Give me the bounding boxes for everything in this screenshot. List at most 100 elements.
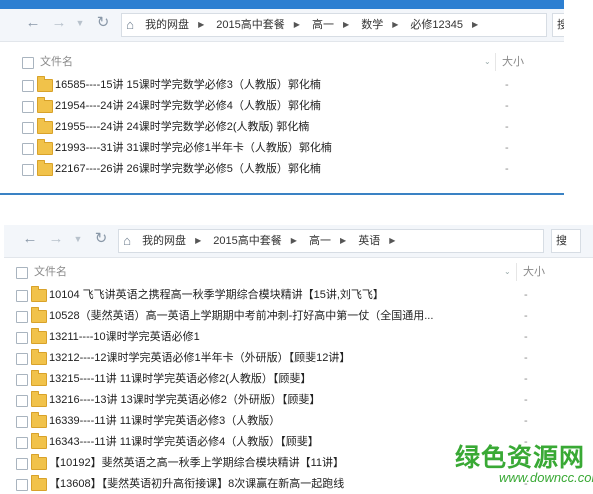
row-checkbox[interactable] (16, 332, 28, 344)
folder-name[interactable]: 13212----12课时学完英语必修1半年卡（外研版）【顾斐12讲】 (49, 348, 350, 369)
row-checkbox[interactable] (16, 458, 28, 470)
column-name[interactable]: 文件名 (34, 262, 67, 282)
row-checkbox[interactable] (16, 311, 28, 323)
folder-name[interactable]: 13211----10课时学完英语必修1 (49, 327, 200, 348)
chevron-right-icon[interactable]: ▶ (193, 14, 209, 36)
folder-size: - (524, 331, 528, 343)
folder-icon (31, 433, 47, 449)
home-icon[interactable]: ⌂ (119, 230, 135, 252)
folder-name[interactable]: 13216----13讲 13课时学完英语必修2（外研版）【顾斐】 (49, 390, 320, 411)
row-checkbox[interactable] (16, 290, 28, 302)
folder-row[interactable]: 16339----11讲 11课时学完英语必修3（人教版） - (4, 411, 593, 432)
folder-icon (37, 160, 53, 176)
breadcrumb-item[interactable]: 英语 (354, 230, 384, 252)
chevron-right-icon[interactable]: ▶ (387, 14, 403, 36)
select-all-checkbox[interactable] (16, 267, 28, 279)
folder-icon (31, 370, 47, 386)
folder-row[interactable]: 22167----26讲 26课时学完数学必修5（人教版）郭化楠 - (0, 159, 564, 180)
column-header: 文件名 ⌄ 大小 (4, 262, 593, 282)
breadcrumb-item[interactable]: 2015高中套餐 (212, 14, 288, 36)
folder-name[interactable]: 16585----15讲 15课时学完数学必修3（人教版）郭化楠 (55, 75, 321, 96)
folder-name[interactable]: 22167----26讲 26课时学完数学必修5（人教版）郭化楠 (55, 159, 321, 180)
folder-name[interactable]: 16343----11讲 11课时学完英语必修4（人教版）【顾斐】 (49, 432, 319, 453)
breadcrumb-item[interactable]: 高一 (305, 230, 335, 252)
folder-name[interactable]: 13215----11讲 11课时学完英语必修2(人教版）【顾斐】 (49, 369, 311, 390)
folder-row[interactable]: 21955----24讲 24课时学完数学必修2(人教版) 郭化楠 - (0, 117, 564, 138)
folder-row[interactable]: 13211----10课时学完英语必修1 - (4, 327, 593, 348)
folder-icon (37, 139, 53, 155)
row-checkbox[interactable] (22, 143, 34, 155)
breadcrumb-item[interactable]: 高一 (308, 14, 338, 36)
select-all-checkbox[interactable] (22, 57, 34, 69)
forward-arrow-icon[interactable]: → (47, 230, 65, 248)
chevron-right-icon[interactable]: ▶ (286, 230, 302, 252)
row-checkbox[interactable] (16, 353, 28, 365)
watermark-title: 绿色资源网 (455, 444, 586, 472)
folder-name[interactable]: 21954----24讲 24课时学完数学必修4（人教版）郭化楠 (55, 96, 321, 117)
folder-icon (37, 76, 53, 92)
row-checkbox[interactable] (16, 374, 28, 386)
back-arrow-icon[interactable]: ← (21, 230, 39, 248)
folder-size: - (524, 310, 528, 322)
chevron-right-icon[interactable]: ▶ (338, 14, 354, 36)
row-checkbox[interactable] (22, 101, 34, 113)
folder-name[interactable]: 10104 飞飞讲英语之携程高一秋季学期综合模块精讲【15讲,刘飞飞】 (49, 285, 384, 306)
chevron-right-icon[interactable]: ▶ (190, 230, 206, 252)
column-size[interactable]: 大小 (523, 262, 545, 282)
breadcrumb-item[interactable]: 必修12345 (406, 14, 467, 36)
folder-name[interactable]: 21955----24讲 24课时学完数学必修2(人教版) 郭化楠 (55, 117, 309, 138)
folder-icon (37, 118, 53, 134)
row-checkbox[interactable] (22, 122, 34, 134)
folder-name[interactable]: 【10192】斐然英语之高一秋季上学期综合模块精讲【11讲】 (49, 453, 344, 474)
search-input[interactable]: 搜 (551, 229, 581, 253)
folder-name[interactable]: 【13608】【斐然英语初升高衔接课】8次课赢在新高一起跑线 (49, 474, 344, 494)
column-name[interactable]: 文件名 (40, 52, 73, 72)
breadcrumb-item[interactable]: 我的网盘 (138, 230, 190, 252)
address-bar[interactable]: ⌂ 我的网盘 ▶ 2015高中套餐 ▶ 高一 ▶ 数学 ▶ 必修12345 ▶ (121, 13, 547, 37)
folder-name[interactable]: 16339----11讲 11课时学完英语必修3（人教版） (49, 411, 280, 432)
row-checkbox[interactable] (16, 479, 28, 491)
refresh-icon[interactable]: ↻ (94, 14, 112, 32)
column-size[interactable]: 大小 (502, 52, 524, 72)
breadcrumb-item[interactable]: 2015高中套餐 (209, 230, 285, 252)
search-input[interactable]: 搜 (552, 13, 564, 37)
row-checkbox[interactable] (16, 437, 28, 449)
folder-icon (31, 454, 47, 470)
chevron-right-icon[interactable]: ▶ (384, 230, 400, 252)
folder-row[interactable]: 10104 飞飞讲英语之携程高一秋季学期综合模块精讲【15讲,刘飞飞】 - (4, 285, 593, 306)
folder-row[interactable]: 13216----13讲 13课时学完英语必修2（外研版）【顾斐】 - (4, 390, 593, 411)
folder-row[interactable]: 13212----12课时学完英语必修1半年卡（外研版）【顾斐12讲】 - (4, 348, 593, 369)
folder-row[interactable]: 21954----24讲 24课时学完数学必修4（人教版）郭化楠 - (0, 96, 564, 117)
row-checkbox[interactable] (22, 80, 34, 92)
folder-row[interactable]: 13215----11讲 11课时学完英语必修2(人教版）【顾斐】 - (4, 369, 593, 390)
explorer-window-math: ← → ▼ ↻ ⌂ 我的网盘 ▶ 2015高中套餐 ▶ 高一 ▶ 数学 ▶ 必修1234… (0, 0, 564, 195)
row-checkbox[interactable] (16, 395, 28, 407)
folder-size: - (505, 142, 509, 154)
folder-icon (31, 349, 47, 365)
chevron-right-icon[interactable]: ▶ (289, 14, 305, 36)
folder-row[interactable]: 10528（斐然英语）高一英语上学期期中考前冲刺-打好高中第一仗（全国通用...… (4, 306, 593, 327)
chevron-down-icon[interactable]: ▼ (69, 230, 87, 248)
folder-icon (37, 97, 53, 113)
home-icon[interactable]: ⌂ (122, 14, 138, 36)
chevron-down-icon[interactable]: ▼ (71, 14, 89, 32)
breadcrumb-item[interactable]: 我的网盘 (141, 14, 193, 36)
column-header: 文件名 ⌄ 大小 (0, 52, 564, 72)
row-checkbox[interactable] (16, 416, 28, 428)
chevron-right-icon[interactable]: ▶ (335, 230, 351, 252)
address-bar[interactable]: ⌂ 我的网盘 ▶ 2015高中套餐 ▶ 高一 ▶ 英语 ▶ (118, 229, 544, 253)
folder-name[interactable]: 10528（斐然英语）高一英语上学期期中考前冲刺-打好高中第一仗（全国通用... (49, 306, 433, 327)
column-divider (495, 53, 496, 71)
chevron-right-icon[interactable]: ▶ (467, 14, 483, 36)
folder-name[interactable]: 21993----31讲 31课时学完必修1半年卡（人教版）郭化楠 (55, 138, 332, 159)
chevron-down-icon[interactable]: ⌄ (504, 262, 511, 282)
back-arrow-icon[interactable]: ← (24, 14, 42, 32)
row-checkbox[interactable] (22, 164, 34, 176)
folder-row[interactable]: 16585----15讲 15课时学完数学必修3（人教版）郭化楠 - (0, 75, 564, 96)
folder-size: - (505, 79, 509, 91)
chevron-down-icon[interactable]: ⌄ (484, 52, 491, 72)
breadcrumb-item[interactable]: 数学 (357, 14, 387, 36)
forward-arrow-icon[interactable]: → (50, 14, 68, 32)
refresh-icon[interactable]: ↻ (92, 230, 110, 248)
folder-row[interactable]: 21993----31讲 31课时学完必修1半年卡（人教版）郭化楠 - (0, 138, 564, 159)
